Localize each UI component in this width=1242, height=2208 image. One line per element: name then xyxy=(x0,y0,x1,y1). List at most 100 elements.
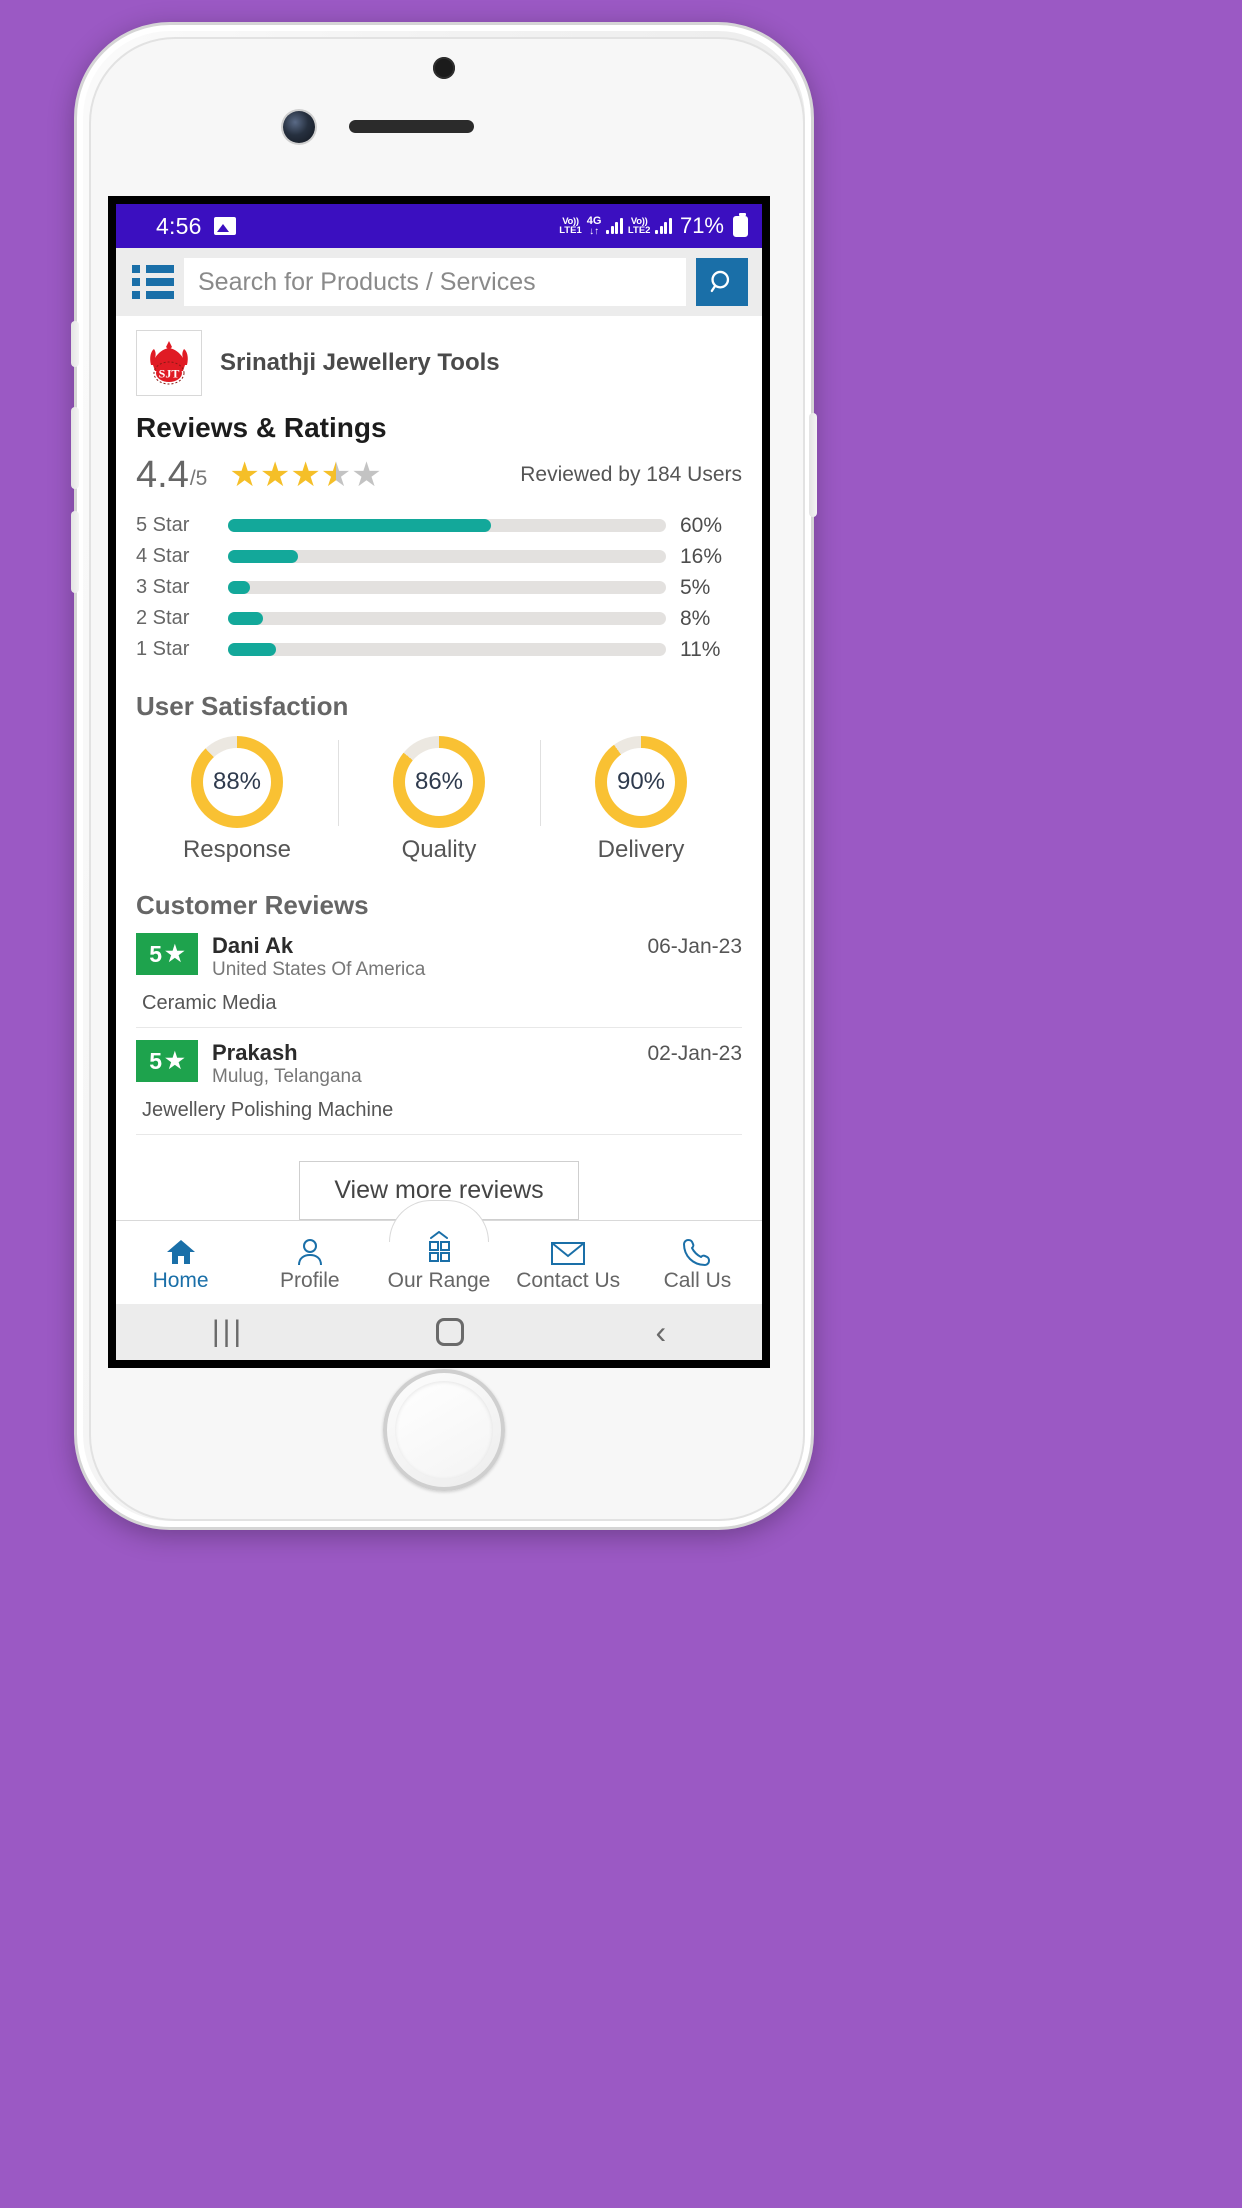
battery-icon xyxy=(733,212,748,237)
phone-screen: 4:56 Vo)) LTE1 4G ↓↑ Vo)) LTE2 71% Searc… xyxy=(108,196,770,1368)
review-header: 5 ★ Prakash Mulug, Telangana 02-Jan-23 xyxy=(136,1040,742,1089)
star-icon-2: ★ xyxy=(259,456,291,494)
star-icon-4: ★ xyxy=(320,456,352,494)
review-product-name: Ceramic Media xyxy=(142,992,277,1015)
review-date: 06-Jan-23 xyxy=(647,935,742,958)
nav-label-call-us: Call Us xyxy=(663,1268,732,1292)
review-rating-badge: 5 ★ xyxy=(136,933,198,975)
star-icon-5: ★ xyxy=(351,456,382,494)
reviews-ratings-section: Reviews & Ratings 4.4 /5 ★ ★ ★ ★ ★ Revie… xyxy=(116,406,762,665)
status-bar-left: 4:56 xyxy=(156,213,236,240)
review-item: 5 ★ Prakash Mulug, Telangana 02-Jan-23 Jewell… xyxy=(136,1040,742,1136)
rating-bar-fill xyxy=(228,550,299,563)
volte2-bottom: LTE2 xyxy=(627,225,651,236)
rating-bar-row: 5 Star 60% xyxy=(136,510,742,541)
android-home-icon[interactable] xyxy=(435,1318,464,1346)
proximity-sensor-icon xyxy=(433,57,455,79)
donut-label: Quality xyxy=(401,836,477,863)
rating-distribution-chart: 5 Star 60% 4 Star 16% 3 Star 5% 2 Star 8% 1 Star… xyxy=(136,510,742,665)
donut-ring: 88% xyxy=(191,736,283,828)
overall-score-max: /5 xyxy=(189,467,208,490)
donut-label: Response xyxy=(182,836,292,863)
sjt-crown-logo-icon: SJT xyxy=(150,341,188,385)
back-icon[interactable]: ‹ xyxy=(655,1314,666,1351)
overall-score-row: 4.4 /5 ★ ★ ★ ★ ★ Reviewed by 184 Users xyxy=(136,456,742,510)
donut-value: 88% xyxy=(203,748,271,816)
overall-score-stars: ★ ★ ★ ★ ★ xyxy=(229,458,381,492)
nav-label-home: Home xyxy=(152,1268,209,1292)
nav-label-our-range: Our Range xyxy=(387,1268,491,1292)
reviews-ratings-title: Reviews & Ratings xyxy=(136,412,387,443)
rating-bar-track xyxy=(228,519,666,532)
customer-reviews-section: Customer Reviews 5 ★ Dani Ak United States … xyxy=(116,878,762,1220)
status-bar-right: Vo)) LTE1 4G ↓↑ Vo)) LTE2 71% xyxy=(559,212,748,239)
rating-bar-fill xyxy=(228,581,250,594)
star-icon: ★ xyxy=(165,941,185,966)
silencer-switch[interactable] xyxy=(71,321,79,367)
rating-bar-row: 3 Star 5% xyxy=(136,572,742,603)
star-icon: ★ xyxy=(165,1048,185,1074)
company-logo: SJT xyxy=(136,330,202,396)
power-button[interactable] xyxy=(809,413,817,517)
signal-bars-sim1-icon xyxy=(606,218,623,234)
recents-icon[interactable]: ||| xyxy=(212,1315,244,1349)
company-header[interactable]: SJT Srinathji Jewellery Tools xyxy=(116,316,762,406)
rating-bar-percent: 60% xyxy=(680,513,723,537)
nav-item-home[interactable]: Home xyxy=(116,1233,245,1293)
front-camera-icon xyxy=(283,111,315,143)
rating-bar-label: 3 Star xyxy=(136,576,190,598)
satisfaction-donut-quality: 86% Quality xyxy=(338,736,540,864)
volume-up-button[interactable] xyxy=(71,407,79,489)
network-type-label: 4G xyxy=(586,214,602,227)
rating-bar-label: 5 Star xyxy=(136,514,190,536)
volte1-bottom: LTE1 xyxy=(559,225,582,236)
review-product-name: Jewellery Polishing Machine xyxy=(142,1099,394,1122)
nav-item-profile[interactable]: Profile xyxy=(245,1233,374,1293)
battery-percent: 71% xyxy=(679,213,724,238)
review-item: 5 ★ Dani Ak United States Of America 06-Jan-… xyxy=(136,933,742,1029)
nav-item-our-range[interactable]: Our Range xyxy=(374,1230,503,1293)
rating-bar-track xyxy=(228,550,666,563)
donut-ring: 86% xyxy=(393,736,485,828)
earpiece-speaker xyxy=(349,120,474,133)
satisfaction-donut-delivery: 90% Delivery xyxy=(540,736,742,864)
rating-bar-percent: 8% xyxy=(680,606,711,630)
home-hardware-button[interactable] xyxy=(383,1369,505,1491)
search-icon xyxy=(710,270,730,293)
review-rating-value: 5 xyxy=(149,1047,163,1074)
app-search-bar xyxy=(116,248,762,316)
company-name: Srinathji Jewellery Tools xyxy=(220,349,500,376)
data-transfer-arrows-icon: ↓↑ xyxy=(589,225,600,237)
customer-reviews-list: 5 ★ Dani Ak United States Of America 06-Jan-… xyxy=(136,933,742,1136)
star-icon-3: ★ xyxy=(290,456,321,494)
rating-bar-track xyxy=(228,643,666,656)
rating-bar-percent: 5% xyxy=(680,575,711,599)
search-button[interactable] xyxy=(696,258,748,306)
bottom-navigation-bar: Home Profile Our Range Contact Us Call U… xyxy=(116,1200,762,1304)
review-date: 02-Jan-23 xyxy=(647,1042,742,1066)
star-icon-1: ★ xyxy=(229,456,260,494)
user-satisfaction-section: User Satisfaction 88% Response 86% Quality 9… xyxy=(116,679,762,864)
nav-label-profile: Profile xyxy=(280,1268,340,1292)
donut-ring: 90% xyxy=(595,736,687,828)
search-input[interactable] xyxy=(184,258,686,306)
network-type-icon: 4G ↓↑ xyxy=(586,214,602,237)
donut-value: 90% xyxy=(607,748,675,816)
satisfaction-donut-response: 88% Response xyxy=(136,736,338,864)
nav-item-call-us[interactable]: Call Us xyxy=(633,1233,762,1293)
volte1-icon: Vo)) LTE1 xyxy=(559,216,582,236)
volume-down-button[interactable] xyxy=(71,511,79,593)
envelope-icon xyxy=(550,1233,586,1267)
nav-label-contact-us: Contact Us xyxy=(516,1268,621,1292)
status-bar: 4:56 Vo)) LTE1 4G ↓↑ Vo)) LTE2 71% xyxy=(116,204,762,248)
image-icon xyxy=(213,217,236,235)
reviewed-by-label: Reviewed by 184 Users xyxy=(520,463,742,486)
rating-bar-label: 2 Star xyxy=(136,607,190,629)
nav-item-contact-us[interactable]: Contact Us xyxy=(504,1233,633,1293)
donut-label: Delivery xyxy=(597,836,685,863)
rating-bar-percent: 11% xyxy=(680,637,721,661)
signal-bars-sim2-icon xyxy=(655,218,672,234)
android-system-navigation-bar: ||| ‹ xyxy=(116,1304,762,1360)
list-menu-icon[interactable] xyxy=(132,265,174,299)
rating-bar-fill xyxy=(228,643,277,656)
